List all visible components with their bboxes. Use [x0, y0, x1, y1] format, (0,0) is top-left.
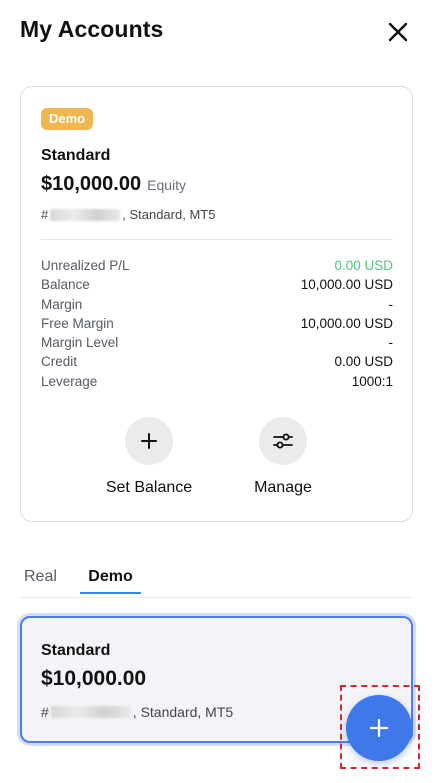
- stat-value: -: [388, 335, 394, 351]
- stat-row: Margin Level -: [41, 333, 393, 352]
- demo-account-type: Standard: [41, 642, 111, 659]
- demo-account-meta-suffix: , Standard, MT5: [132, 704, 234, 720]
- demo-account-meta: # , Standard, MT5: [41, 704, 233, 720]
- equity-caption: Equity: [147, 177, 187, 193]
- stat-value: 10,000.00 USD: [300, 277, 393, 293]
- manage-button[interactable]: Manage: [223, 417, 343, 497]
- equity-row: $10,000.00 Equity: [41, 173, 186, 196]
- tab-demo[interactable]: Demo: [80, 568, 141, 594]
- manage-label: Manage: [254, 479, 312, 496]
- account-stats: Unrealized P/L 0.00 USD Balance 10,000.0…: [41, 256, 393, 391]
- account-number-prefix: #: [41, 207, 49, 222]
- account-card: Demo Standard $10,000.00 Equity # , Stan…: [20, 86, 413, 522]
- stat-value: 10,000.00 USD: [300, 315, 393, 331]
- stat-value: -: [388, 296, 394, 312]
- account-type-badge: Demo: [41, 108, 94, 130]
- plus-icon: [141, 433, 157, 449]
- stat-label: Balance: [41, 277, 90, 293]
- set-balance-circle[interactable]: [125, 417, 173, 465]
- redacted-account-number: [50, 208, 121, 221]
- stat-label: Margin Level: [41, 335, 119, 351]
- manage-circle[interactable]: [259, 417, 307, 465]
- account-meta: # , Standard, MT5: [41, 207, 215, 222]
- my-accounts-screen: My Accounts Demo Standard $10,000.00 Equ…: [0, 0, 437, 783]
- stat-row: Unrealized P/L 0.00 USD: [41, 256, 393, 275]
- close-icon: [388, 22, 408, 42]
- page-title: My Accounts: [20, 16, 164, 42]
- stat-row: Leverage 1000:1: [41, 372, 393, 391]
- sliders-icon: [273, 433, 293, 449]
- demo-account-amount: $10,000.00: [41, 667, 147, 690]
- stat-value: 0.00 USD: [334, 258, 393, 273]
- divider: [41, 239, 393, 240]
- stat-label: Margin: [41, 296, 83, 312]
- stat-row: Margin -: [41, 295, 393, 314]
- demo-account-number-prefix: #: [41, 704, 49, 720]
- stat-row: Credit 0.00 USD: [41, 352, 393, 371]
- add-account-button[interactable]: [346, 695, 412, 761]
- stat-row: Free Margin 10,000.00 USD: [41, 314, 393, 333]
- account-meta-suffix: , Standard, MT5: [122, 207, 216, 222]
- stat-row: Balance 10,000.00 USD: [41, 275, 393, 294]
- plus-icon: [369, 718, 389, 738]
- account-tabs: Real Demo: [20, 568, 412, 598]
- stat-label: Leverage: [41, 373, 98, 389]
- stat-value: 1000:1: [351, 373, 393, 389]
- close-button[interactable]: [384, 18, 412, 46]
- stat-label: Credit: [41, 354, 78, 370]
- stat-label: Free Margin: [41, 315, 114, 331]
- redacted-account-number: [50, 706, 131, 718]
- set-balance-button[interactable]: Set Balance: [89, 417, 209, 497]
- stat-value: 0.00 USD: [334, 354, 393, 370]
- tab-real[interactable]: Real: [24, 568, 57, 592]
- account-type: Standard: [41, 147, 111, 164]
- account-actions: Set Balance Manage: [21, 417, 414, 507]
- stat-label: Unrealized P/L: [41, 258, 130, 273]
- set-balance-label: Set Balance: [105, 479, 193, 496]
- equity-amount: $10,000.00: [41, 173, 142, 195]
